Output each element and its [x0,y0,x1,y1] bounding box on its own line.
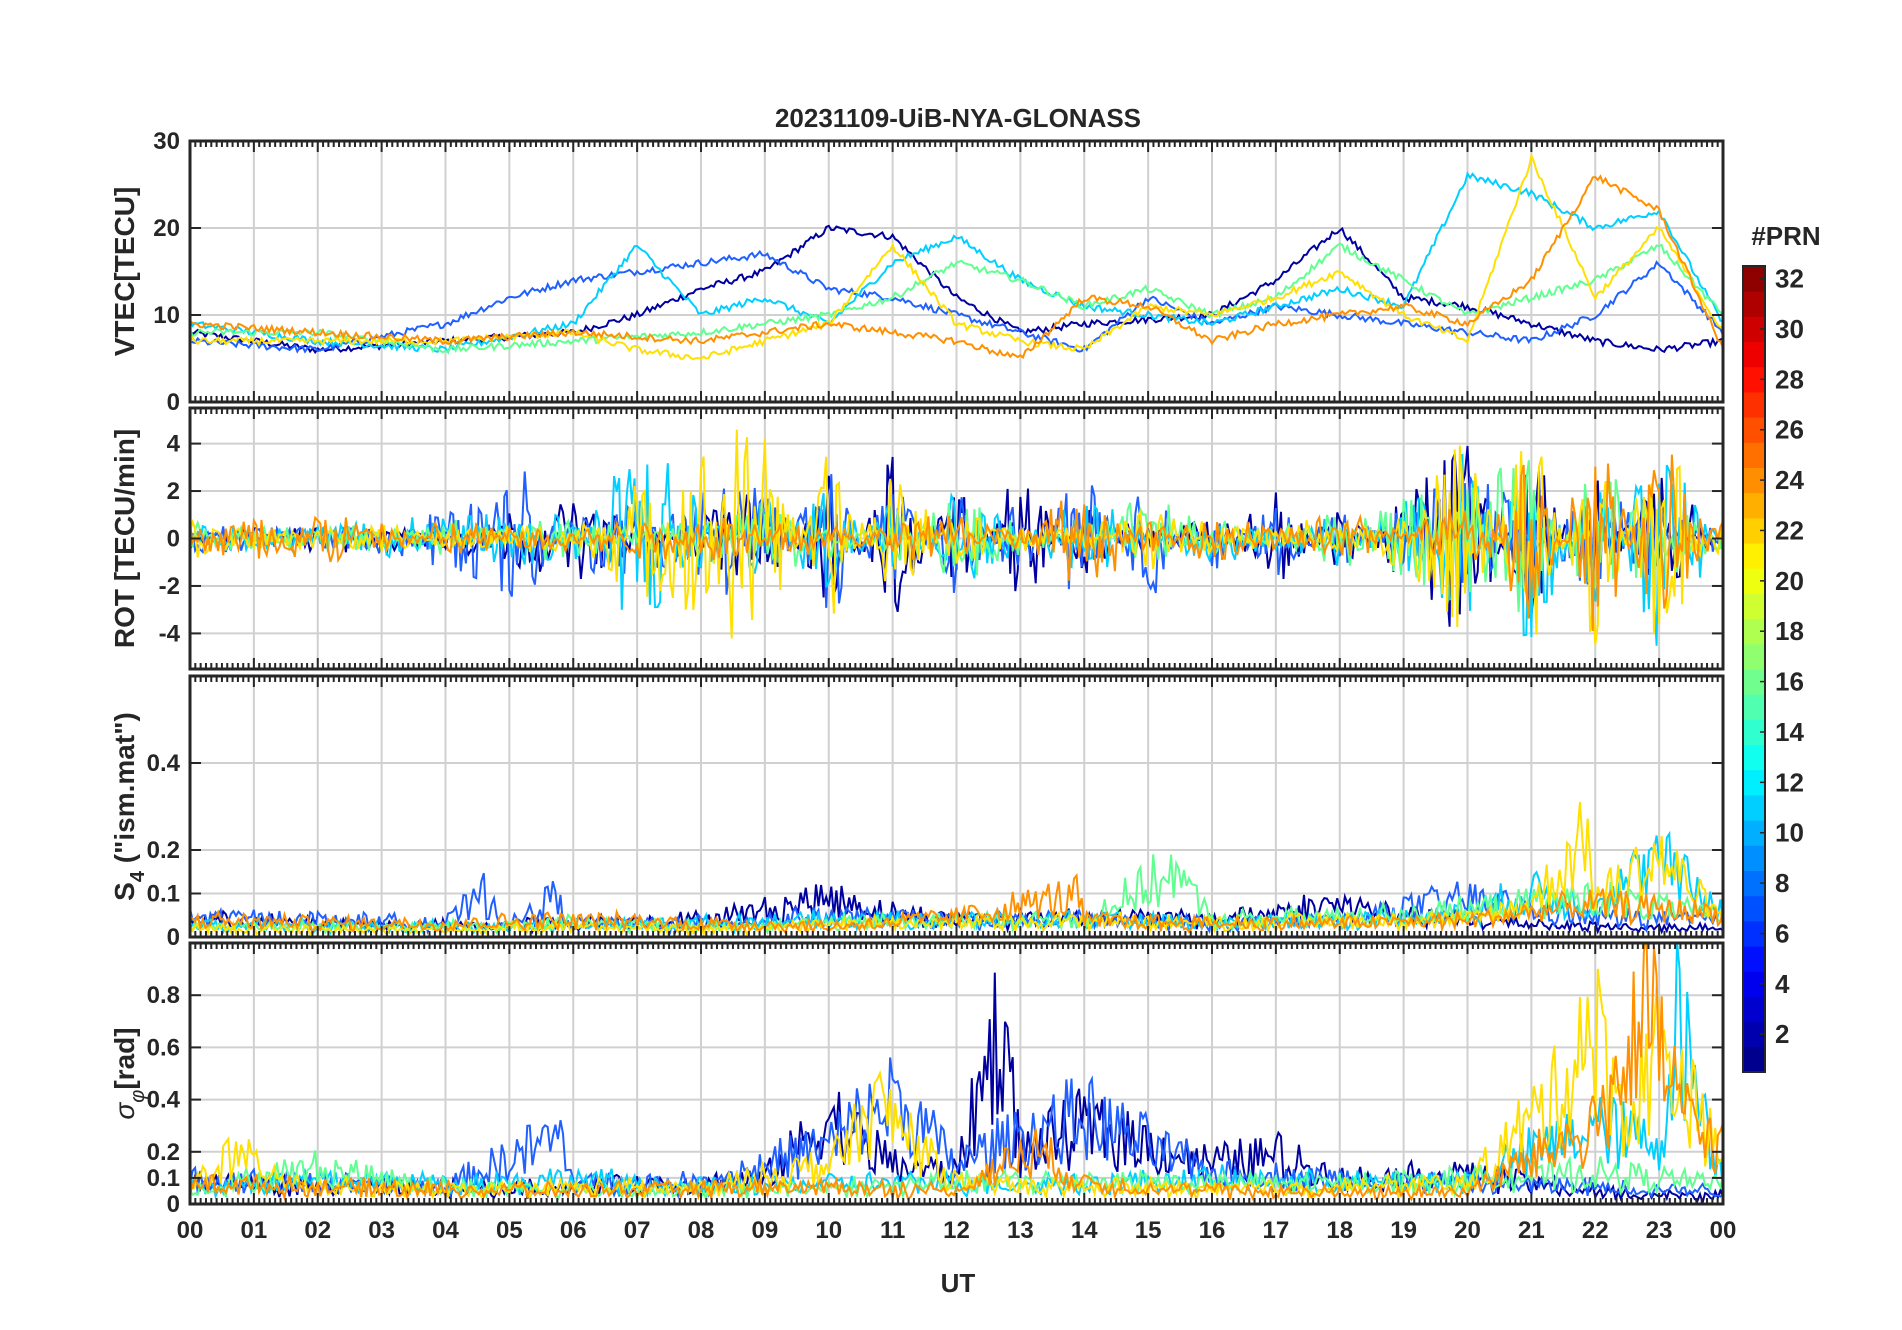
y-tick-label: 0.1 [147,881,180,908]
y-tick-label: 0.4 [147,1087,181,1114]
colorbar-cell [1743,794,1765,821]
x-axis-label: UT [941,1268,976,1298]
colorbar-tick-label: 18 [1775,616,1804,646]
colorbar-tick-label: 14 [1775,717,1804,747]
y-axis-label-rot: ROT [TECU/min] [109,429,140,648]
colorbar-cell [1743,946,1765,972]
x-tick-label: 06 [560,1217,587,1244]
y-tick-label: -4 [159,620,181,647]
x-tick-label: 18 [1326,1217,1353,1244]
y-label-main: σ [109,1102,140,1120]
colorbar-tick-label: 28 [1775,364,1804,394]
x-tick-label: 20 [1454,1217,1481,1244]
x-tick-label: 04 [432,1217,459,1244]
colorbar-cell [1743,543,1765,569]
colorbar-cell [1743,845,1765,871]
panel-rot: -4 -2 0 2 4 ROT [TECU/min] [109,406,1725,671]
colorbar-label: #PRN [1751,221,1820,251]
x-tick-label: 03 [368,1217,395,1244]
x-tick-label: 12 [943,1217,970,1244]
colorbar-tick-label: 12 [1775,767,1804,797]
y-tick-label: 10 [153,302,180,329]
y-label-main: S [109,882,140,901]
y-label-rest: [rad] [109,1027,140,1089]
figure-title: 20231109-UiB-NYA-GLONASS [775,103,1141,133]
y-tick-label: 0 [167,1191,180,1218]
colorbar-tick-label: 2 [1775,1019,1789,1049]
x-tick-label: 10 [815,1217,842,1244]
colorbar-tick-label: 20 [1775,566,1804,596]
x-tick-label: 05 [496,1217,523,1244]
colorbar-tick-label: 10 [1775,818,1804,848]
x-tick-label: 01 [241,1217,268,1244]
panel-vtec: 0 10 20 30 VTEC[TECU] [109,128,1725,416]
colorbar-cell [1743,744,1765,771]
colorbar-tick-label: 4 [1775,969,1790,999]
colorbar-cell [1743,694,1765,720]
y-tick-label: 0.2 [147,837,180,864]
y-tick-label: 0.8 [147,982,180,1009]
colorbar-tick-label: 16 [1775,667,1804,697]
y-label-rest: ("ism.mat") [109,712,140,871]
colorbar-cell [1743,341,1765,368]
x-tick-label: 16 [1199,1217,1226,1244]
colorbar-tick-label: 22 [1775,515,1804,545]
x-tick-label: 17 [1263,1217,1290,1244]
x-tick-label: 19 [1390,1217,1417,1244]
colorbar-tick-label: 24 [1775,465,1804,495]
y-tick-label: -2 [159,573,180,600]
y-tick-label: 2 [167,478,180,505]
y-tick-label: 0 [167,924,180,951]
y-tick-label: 4 [167,431,181,458]
y-label-sub: φ [127,1090,149,1103]
colorbar-tick-label: 8 [1775,868,1789,898]
x-tick-label: 11 [880,1217,905,1244]
y-tick-label: 0.1 [147,1165,180,1192]
x-tick-label: 00 [1710,1217,1737,1244]
y-tick-label: 20 [153,215,180,242]
colorbar-tick-label: 32 [1775,264,1804,294]
colorbar-cell [1743,291,1765,317]
colorbar-cell [1743,1046,1765,1073]
panel-s4: 0 0.1 0.2 0.4S4 ("ism.mat") [109,674,1725,951]
panels-group: 0102030VTEC[TECU]-4-2024ROT [TECU/min]00… [109,128,1736,1244]
x-tick-label: 09 [752,1217,779,1244]
colorbar-tick-label: 30 [1775,314,1804,344]
figure-canvas: 20231109-UiB-NYA-GLONASS 0102030VTEC[TEC… [109,103,1821,1298]
y-tick-label: 0.2 [147,1139,180,1166]
y-axis-label-sigma: σφ[rad] [109,1027,149,1119]
y-tick-label: 0 [167,526,180,553]
colorbar: 2468101214161820222426283032#PRN [1742,221,1821,1073]
x-tick-label: 23 [1646,1217,1673,1244]
y-tick-label: 0.6 [147,1034,180,1061]
y-axis-label-vtec: VTEC[TECU] [109,187,140,357]
x-tick-label: 13 [1007,1217,1034,1244]
colorbar-cell [1743,442,1765,468]
colorbar-tick-label: 6 [1775,918,1789,948]
colorbar-cell [1743,643,1765,670]
panel-sigma: 00.10.2 0.4 0.6 0.8 σφ[rad] 00 01 02 03 04 05 06 07 0… [109,941,1737,1244]
colorbar-cell [1743,391,1765,418]
y-tick-label: 0.4 [147,750,181,777]
colorbar-cell [1743,492,1765,519]
x-tick-label: 02 [304,1217,331,1244]
colorbar-cell [1743,996,1765,1023]
x-tick-label: 08 [688,1217,715,1244]
y-tick-label: 30 [153,128,180,155]
x-tick-label: 14 [1071,1217,1098,1244]
x-tick-label: 07 [624,1217,651,1244]
y-axis-label-s4: S4 ("ism.mat") [109,712,149,901]
colorbar-tick-label: 26 [1775,415,1804,445]
x-tick-label: 21 [1518,1217,1545,1244]
colorbar-cell [1743,895,1765,922]
colorbar-cell [1743,593,1765,620]
y-tick-label: 0 [167,389,180,416]
x-tick-label: 00 [177,1217,204,1244]
x-tick-label: 22 [1582,1217,1609,1244]
x-tick-label: 15 [1135,1217,1162,1244]
